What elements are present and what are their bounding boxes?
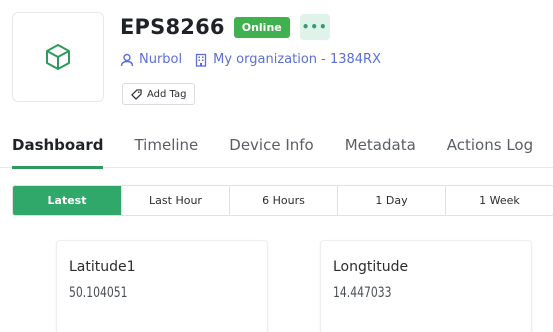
tab-timeline[interactable]: Timeline [134,124,198,168]
add-tag-label: Add Tag [147,88,187,100]
widget-label: Longtitude [333,259,409,275]
tab-device-info[interactable]: Device Info [229,124,313,168]
widget-value: 14.447033 [333,285,392,301]
tag-icon [131,88,142,100]
range-last-hour[interactable]: Last Hour [121,186,229,215]
device-icon-box [12,12,104,102]
tab-actions-log[interactable]: Actions Log [447,124,533,168]
organization-link[interactable]: My organization - 1384RX [194,52,381,67]
widget-card-longitude: Longtitude 14.447033 [320,240,532,332]
widget-label: Latitude1 [69,259,136,275]
owner-name: Nurbol [139,52,183,67]
add-tag-button[interactable]: Add Tag [122,83,196,105]
widget-card-latitude: Latitude1 50.104051 [56,240,268,332]
tab-dashboard[interactable]: Dashboard [12,124,104,169]
building-icon [195,53,207,67]
time-range-selector: Latest Last Hour 6 Hours 1 Day 1 Week [12,185,553,216]
cube-icon [46,44,70,70]
widget-value: 50.104051 [69,285,128,301]
range-latest[interactable]: Latest [13,186,121,215]
user-icon [120,53,134,66]
device-name: EPS8266 [120,15,225,39]
range-6-hours[interactable]: 6 Hours [229,186,337,215]
status-badge: Online [233,16,290,38]
range-1-week[interactable]: 1 Week [445,186,553,215]
range-1-day[interactable]: 1 Day [337,186,445,215]
tab-bar: Dashboard Timeline Device Info Metadata … [0,124,553,169]
device-header: EPS8266 Online ••• [120,14,330,40]
owner-link[interactable]: Nurbol [120,52,182,67]
tab-metadata[interactable]: Metadata [345,124,416,168]
device-meta: Nurbol My organization - 1384RX [120,52,381,67]
organization-name: My organization - 1384RX [213,52,381,67]
more-button[interactable]: ••• [299,14,330,40]
